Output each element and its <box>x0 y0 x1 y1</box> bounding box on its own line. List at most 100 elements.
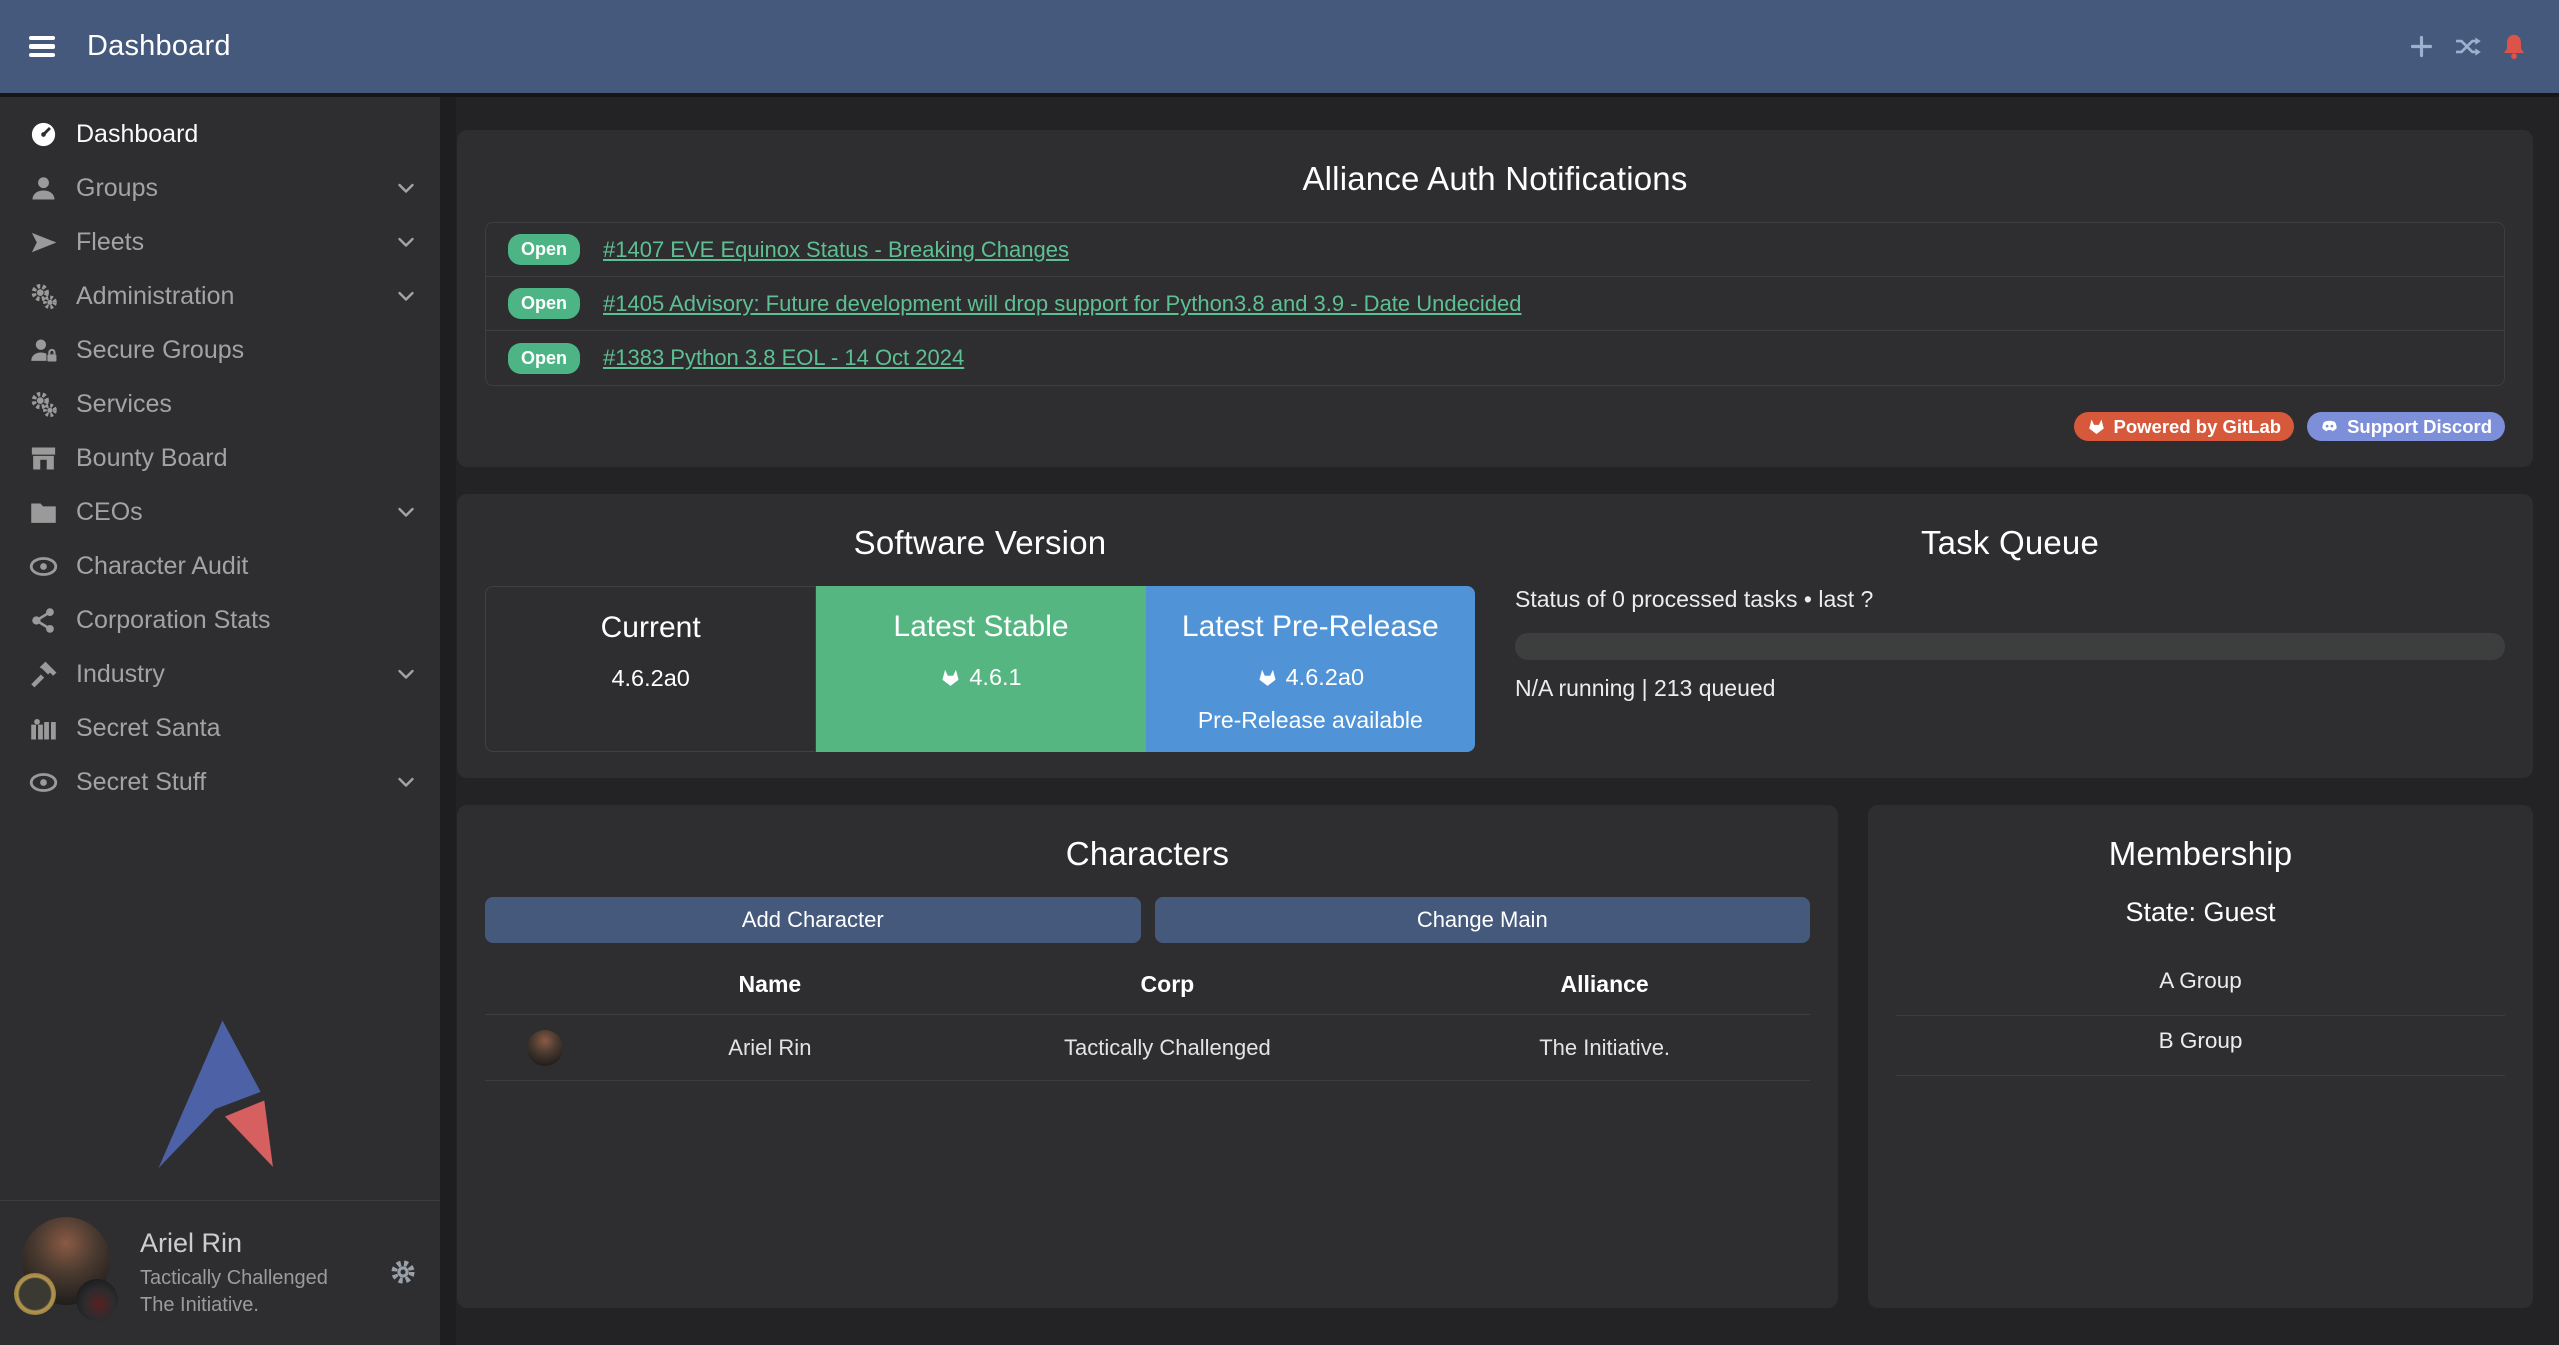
notification-link[interactable]: #1407 EVE Equinox Status - Breaking Chan… <box>603 237 1069 263</box>
corp-column-header: Corp <box>936 971 1400 998</box>
sidebar-item-bounty-board[interactable]: Bounty Board <box>0 431 440 485</box>
hammer-icon <box>28 659 59 690</box>
characters-table-header: Name Corp Alliance <box>485 971 1810 1015</box>
task-queue-progressbar <box>1515 633 2505 660</box>
notification-row: Open #1383 Python 3.8 EOL - 14 Oct 2024 <box>486 331 2504 385</box>
user-info: Ariel Rin Tactically Challenged The Init… <box>140 1225 328 1319</box>
characters-title: Characters <box>485 835 1810 873</box>
alliance-logo-badge <box>76 1279 118 1321</box>
add-character-button[interactable]: Add Character <box>485 897 1141 943</box>
gifts-icon <box>28 713 59 744</box>
membership-group: A Group <box>1896 956 2505 1016</box>
sidebar-item-industry[interactable]: Industry <box>0 647 440 701</box>
user-corp: Tactically Challenged <box>140 1265 328 1292</box>
membership-state: State: Guest <box>1896 897 2505 928</box>
membership-panel: Membership State: Guest A Group B Group <box>1868 805 2533 1308</box>
version-taskqueue-panel: Software Version Current 4.6.2a0 Latest … <box>457 494 2533 778</box>
user-lock-icon <box>28 335 59 366</box>
footer-badges: Powered by GitLab Support Discord <box>485 412 2505 441</box>
chevron-down-icon <box>394 176 418 200</box>
version-card-latest-stable: Latest Stable 4.6.1 <box>816 586 1145 752</box>
software-version-section: Software Version Current 4.6.2a0 Latest … <box>485 516 1515 752</box>
gauge-icon <box>28 119 59 150</box>
discord-icon <box>2320 417 2339 436</box>
notification-row: Open #1405 Advisory: Future development … <box>486 277 2504 331</box>
shuffle-icon[interactable] <box>2453 32 2482 61</box>
sidebar-item-corporation-stats[interactable]: Corporation Stats <box>0 593 440 647</box>
notifications-bell-icon[interactable] <box>2499 32 2529 62</box>
name-column-header: Name <box>604 971 935 998</box>
membership-group: B Group <box>1896 1016 2505 1076</box>
membership-title: Membership <box>1896 835 2505 873</box>
status-badge: Open <box>508 234 580 265</box>
notification-link[interactable]: #1383 Python 3.8 EOL - 14 Oct 2024 <box>603 345 964 371</box>
sidebar: Dashboard Groups Fleets Administration <box>0 97 440 1345</box>
sidebar-scroll-gutter[interactable] <box>440 97 456 1345</box>
sidebar-item-services[interactable]: Services <box>0 377 440 431</box>
eye-icon <box>28 551 59 582</box>
character-corp: Tactically Challenged <box>936 1035 1400 1061</box>
character-portrait <box>527 1030 563 1066</box>
chevron-down-icon <box>394 284 418 308</box>
notification-link[interactable]: #1405 Advisory: Future development will … <box>603 291 1521 317</box>
sidebar-item-character-audit[interactable]: Character Audit <box>0 539 440 593</box>
corp-logo-badge <box>14 1273 56 1315</box>
characters-table: Name Corp Alliance Ariel Rin Tactically … <box>485 971 1810 1081</box>
character-row: Ariel Rin Tactically Challenged The Init… <box>485 1015 1810 1081</box>
status-badge: Open <box>508 343 580 374</box>
sidebar-item-fleets[interactable]: Fleets <box>0 215 440 269</box>
sidebar-item-secure-groups[interactable]: Secure Groups <box>0 323 440 377</box>
gears-icon <box>28 389 59 420</box>
sidebar-item-administration[interactable]: Administration <box>0 269 440 323</box>
sidebar-item-dashboard[interactable]: Dashboard <box>0 107 440 161</box>
top-navbar: Dashboard <box>0 0 2559 97</box>
user-icon <box>28 173 59 204</box>
chevron-down-icon <box>394 500 418 524</box>
gitlab-icon <box>940 667 961 688</box>
paper-plane-icon <box>28 227 59 258</box>
status-badge: Open <box>508 288 580 319</box>
task-queue-section: Task Queue Status of 0 processed tasks •… <box>1515 516 2505 752</box>
sidebar-item-secret-stuff[interactable]: Secret Stuff <box>0 755 440 809</box>
chevron-down-icon <box>394 662 418 686</box>
share-nodes-icon <box>28 605 59 636</box>
sidebar-item-ceos[interactable]: CEOs <box>0 485 440 539</box>
user-panel: Ariel Rin Tactically Challenged The Init… <box>0 1201 440 1345</box>
gitlab-icon <box>1257 667 1278 688</box>
character-name: Ariel Rin <box>604 1035 935 1061</box>
user-name: Ariel Rin <box>140 1225 328 1261</box>
characters-panel: Characters Add Character Change Main Nam… <box>457 805 1838 1308</box>
gears-icon <box>28 281 59 312</box>
task-queue-status: Status of 0 processed tasks • last ? <box>1515 586 2505 613</box>
navbar-actions <box>2407 32 2559 62</box>
main-content: Alliance Auth Notifications Open #1407 E… <box>456 97 2559 1345</box>
gitlab-icon <box>2087 417 2106 436</box>
notifications-list: Open #1407 EVE Equinox Status - Breaking… <box>485 222 2505 386</box>
alliance-auth-app: Dashboard Dashboard Groups <box>0 0 2559 1345</box>
powered-by-gitlab-badge[interactable]: Powered by GitLab <box>2074 412 2295 441</box>
software-version-title: Software Version <box>485 524 1475 562</box>
sidebar-menu: Dashboard Groups Fleets Administration <box>0 97 440 809</box>
chevron-down-icon <box>394 770 418 794</box>
version-card-latest-pre-release: Latest Pre-Release 4.6.2a0 Pre-Release a… <box>1146 586 1475 752</box>
settings-gear-icon[interactable] <box>388 1257 418 1287</box>
support-discord-badge[interactable]: Support Discord <box>2307 412 2505 441</box>
eye-icon <box>28 767 59 798</box>
alliance-column-header: Alliance <box>1399 971 1810 998</box>
version-cards: Current 4.6.2a0 Latest Stable 4.6.1 Late… <box>485 586 1475 752</box>
change-main-button[interactable]: Change Main <box>1155 897 1811 943</box>
add-icon[interactable] <box>2407 32 2436 61</box>
folder-icon <box>28 497 59 528</box>
notifications-title: Alliance Auth Notifications <box>485 160 2505 198</box>
sidebar-item-secret-santa[interactable]: Secret Santa <box>0 701 440 755</box>
page-title: Dashboard <box>87 30 231 63</box>
task-queue-title: Task Queue <box>1515 524 2505 562</box>
notification-row: Open #1407 EVE Equinox Status - Breaking… <box>486 223 2504 277</box>
menu-toggle-icon[interactable] <box>29 36 55 57</box>
version-card-current: Current 4.6.2a0 <box>485 586 816 752</box>
character-alliance: The Initiative. <box>1399 1035 1810 1061</box>
notifications-panel: Alliance Auth Notifications Open #1407 E… <box>457 130 2533 467</box>
user-alliance: The Initiative. <box>140 1292 328 1319</box>
chevron-down-icon <box>394 230 418 254</box>
sidebar-item-groups[interactable]: Groups <box>0 161 440 215</box>
